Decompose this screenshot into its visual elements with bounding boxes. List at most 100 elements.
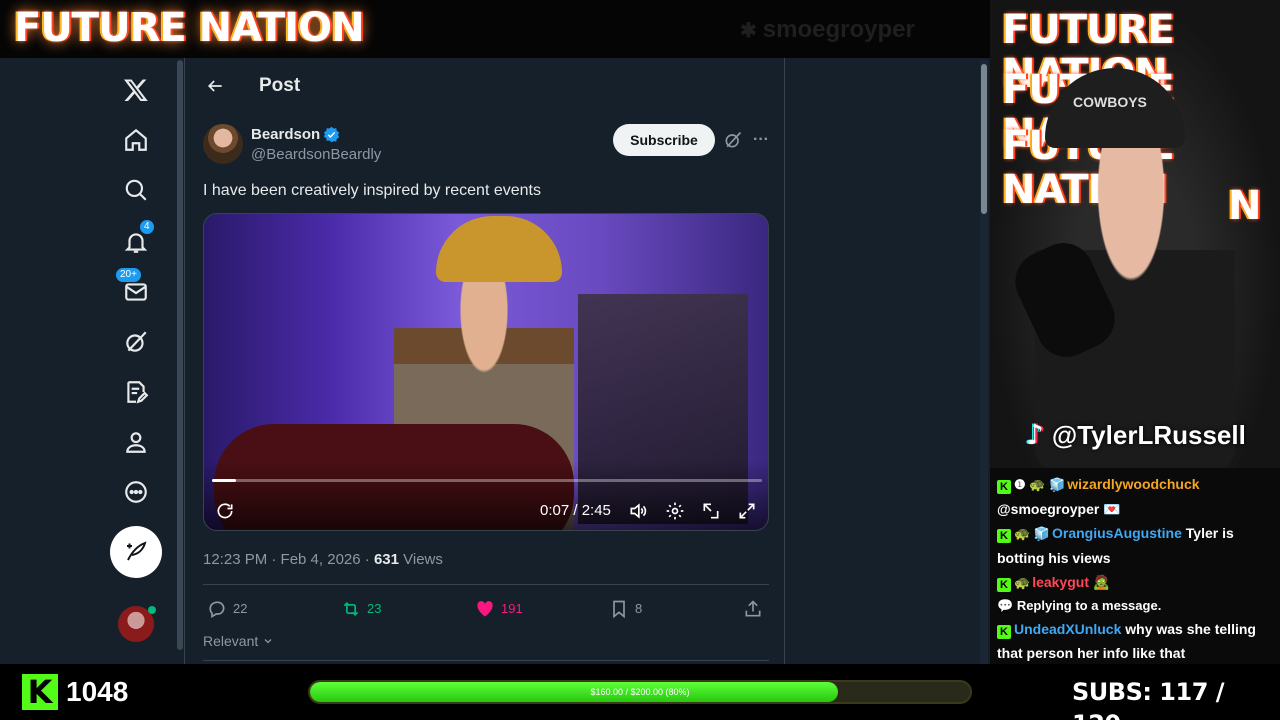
chevron-down-icon xyxy=(264,639,272,644)
reply-sort-select[interactable]: Relevant xyxy=(203,632,274,650)
video-time: 0:07 / 2:45 xyxy=(540,502,611,519)
author-avatar[interactable] xyxy=(203,124,243,164)
tiktok-icon: ♪ xyxy=(1026,418,1044,451)
online-dot xyxy=(148,606,156,614)
settings-icon[interactable] xyxy=(664,500,686,522)
post-text: I have been creatively inspired by recen… xyxy=(203,182,541,199)
divider xyxy=(203,660,769,661)
video-progress-fill xyxy=(212,479,237,482)
chat-message: K 🐢 leakygut 🧟 xyxy=(997,570,1274,595)
views-count: 631 xyxy=(373,551,399,568)
chat-text: 🧟 xyxy=(1089,574,1111,590)
reply-indicator: 💬 Replying to a message. xyxy=(997,595,1274,617)
x-sidebar: 4 20+ xyxy=(100,58,176,664)
subscribe-button[interactable]: Subscribe xyxy=(613,124,715,156)
bell-icon[interactable]: 4 xyxy=(116,220,156,262)
x-app: 4 20+ Post Beardson @BeardsonBeardly Sub… xyxy=(0,58,990,664)
chat-username: OrangiusAugustine xyxy=(1052,525,1182,541)
kick-logo-icon: K xyxy=(22,674,58,710)
bookmark-icon xyxy=(613,600,625,619)
grok-icon[interactable] xyxy=(723,130,743,150)
like-button[interactable]: 191 xyxy=(475,598,523,620)
scrollbar-thumb[interactable] xyxy=(981,64,987,214)
repost-button[interactable]: 23 xyxy=(341,598,381,620)
brand-logo: FUTURE NATION xyxy=(14,5,365,51)
volume-icon[interactable] xyxy=(627,500,649,522)
speech-bubble-icon: 💬 xyxy=(997,598,1017,613)
kick-badge-icon: K xyxy=(997,480,1011,494)
chat-message: K UndeadXUnluck why was she telling that … xyxy=(997,617,1274,664)
tiktok-handle-overlay: ♪ @TylerLRussell xyxy=(1026,418,1246,451)
repost-count: 23 xyxy=(367,601,382,616)
chat-username: UndeadXUnluck xyxy=(1014,621,1122,637)
x-logo-icon[interactable] xyxy=(116,70,156,110)
webcam-feed: FUTURE NATION FUTURE NATION FUTURE NATIO… xyxy=(990,0,1280,468)
chat-text: @smoegroyper 💌 xyxy=(997,501,1121,517)
stream-bottom-bar: K 1048 $160.00 / $200.00 (80%) SUBS: 117… xyxy=(0,664,1280,720)
search-icon[interactable] xyxy=(116,170,156,210)
heart-icon xyxy=(477,601,493,617)
like-count: 191 xyxy=(501,601,523,616)
author-name[interactable]: Beardson xyxy=(251,126,320,144)
reply-text: Replying to a message. xyxy=(1016,598,1162,613)
author-handle[interactable]: @BeardsonBeardly xyxy=(251,146,381,164)
chat-username: wizardlywoodchuck xyxy=(1067,476,1200,492)
grok-icon[interactable] xyxy=(116,322,156,362)
account-avatar[interactable] xyxy=(118,606,156,642)
more-options-button[interactable]: ··· xyxy=(751,130,771,150)
share-icon xyxy=(745,600,761,617)
donation-goal-bar: $160.00 / $200.00 (80%) xyxy=(308,680,972,704)
chat-message: K 🐢 🧊 OrangiusAugustine Tyler is botting h… xyxy=(997,521,1274,570)
chat-username: leakygut xyxy=(1032,574,1089,590)
profile-icon[interactable] xyxy=(116,422,156,462)
verified-icon xyxy=(323,126,340,143)
reply-count: 22 xyxy=(233,601,248,616)
subs-counter: SUBS: 117 / 120 xyxy=(1072,678,1225,720)
share-button[interactable] xyxy=(743,598,763,620)
messages-badge: 20+ xyxy=(116,268,141,282)
reply-button[interactable]: 22 xyxy=(207,598,247,620)
bookmark-button[interactable]: 8 xyxy=(609,598,642,620)
cap-text: COWBOYS xyxy=(1073,94,1147,110)
watermark-text: smoegroyper xyxy=(762,16,915,43)
page-title: Post xyxy=(259,75,301,96)
bookmark-count: 8 xyxy=(635,601,643,616)
compose-button[interactable] xyxy=(110,526,162,578)
divider xyxy=(203,584,769,585)
more-icon[interactable] xyxy=(116,472,156,512)
chat-message: @smoegroyper 💌 xyxy=(997,497,1274,521)
chat-message: K❶ 🐢 🧊 wizardlywoodchuck xyxy=(997,472,1274,497)
streamer-watermark: ✱ smoegroyper xyxy=(740,16,915,45)
reply-icon xyxy=(209,601,225,618)
repost-icon xyxy=(343,601,359,617)
kick-badge-icon: K xyxy=(997,529,1011,543)
drafts-icon[interactable] xyxy=(116,372,156,412)
kick-badge-icon: K xyxy=(997,578,1011,592)
donation-goal-text: $160.00 / $200.00 (80%) xyxy=(590,687,690,697)
pip-icon[interactable] xyxy=(700,500,722,522)
fullscreen-icon[interactable] xyxy=(736,500,758,522)
chat-badges: ❶ 🐢 🧊 xyxy=(1014,477,1066,492)
follower-count: 1048 xyxy=(66,676,129,707)
kick-badge-icon: K xyxy=(997,625,1011,639)
replay-icon[interactable] xyxy=(214,500,236,522)
video-progress-bar[interactable] xyxy=(212,479,762,482)
compose-icon xyxy=(127,541,147,561)
sidebar-scrollbar[interactable] xyxy=(177,60,183,650)
chat-badges: 🐢 xyxy=(1014,575,1031,590)
mail-icon[interactable]: 20+ xyxy=(116,268,156,312)
video-player[interactable]: 0:07 / 2:45 xyxy=(203,213,769,531)
post-meta: 12:23 PM · Feb 4, 2026 · 631 Views xyxy=(203,550,443,570)
post-column: Post Beardson @BeardsonBeardly Subscribe… xyxy=(184,58,785,664)
page-scrollbar[interactable] xyxy=(980,60,988,664)
home-icon[interactable] xyxy=(116,120,156,160)
stream-chat: K❶ 🐢 🧊 wizardlywoodchuck @smoegroyper 💌 K… xyxy=(990,468,1280,664)
sort-label: Relevant xyxy=(203,633,259,649)
back-arrow-icon[interactable] xyxy=(201,72,229,100)
video-scene-hat xyxy=(436,216,562,282)
views-label: Views xyxy=(398,551,443,568)
tiktok-handle: @TylerLRussell xyxy=(1051,420,1246,450)
stream-top-banner: FUTURE NATION ✱ smoegroyper xyxy=(0,0,990,58)
star-icon: ✱ xyxy=(740,20,757,42)
post-timestamp[interactable]: 12:23 PM · Feb 4, 2026 · xyxy=(203,551,374,568)
